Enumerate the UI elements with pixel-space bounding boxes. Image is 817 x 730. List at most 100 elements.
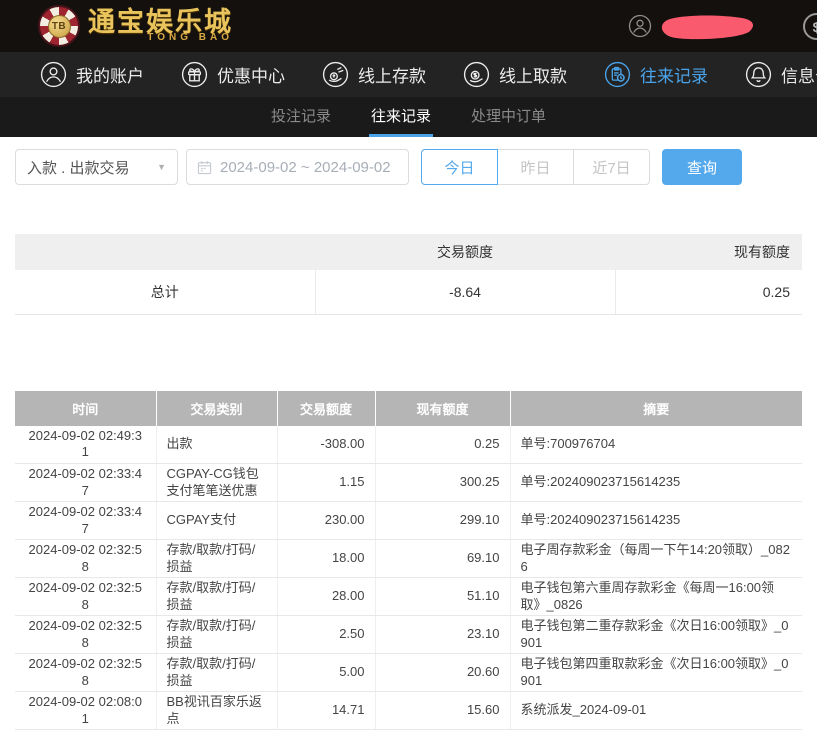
cell-balance: 299.10 (375, 502, 510, 540)
summary-header-amount: 交易额度 (315, 234, 615, 270)
brand-logo[interactable]: TB 通宝娱乐城 TONG BAO (38, 5, 233, 47)
summary-total-label: 总计 (15, 270, 315, 314)
cell-time: 2024-09-02 02:32:58 (15, 540, 156, 578)
cell-amount: 230.00 (277, 502, 375, 540)
deposit-icon (322, 61, 349, 88)
chevron-down-icon: ▼ (157, 162, 166, 172)
nav-label: 线上取款 (499, 62, 567, 87)
cell-time: 2024-09-02 02:32:58 (15, 616, 156, 654)
table-row: 2024-09-02 02:33:47CGPAY支付230.00299.10单号… (15, 502, 802, 540)
summary-header-empty (15, 234, 315, 270)
nav-item-transactions[interactable]: 往来记录 (604, 61, 708, 88)
cell-type: 存款/取款/打码/损益 (156, 616, 277, 654)
table-row: 2024-09-02 02:08:01BB视讯百家乐返点14.7115.60系统… (15, 692, 802, 730)
nav-label: 我的账户 (76, 62, 144, 87)
nav-item-announcements[interactable]: 信息公告 (745, 61, 817, 88)
nav-label: 往来记录 (640, 62, 708, 87)
cell-summary: 电子钱包第六重周存款彩金《每周一16:00领取》_0826 (510, 578, 802, 616)
page-content: 入款 . 出款交易 ▼ 2024-09-02 ~ 2024-09-02 今日 昨… (0, 137, 817, 730)
nav-item-promotions[interactable]: 优惠中心 (181, 61, 285, 88)
cell-balance: 51.10 (375, 578, 510, 616)
transaction-type-select[interactable]: 入款 . 出款交易 ▼ (15, 149, 178, 185)
cell-amount: -308.00 (277, 426, 375, 464)
cell-summary: 单号:700976704 (510, 426, 802, 464)
summary-header-balance: 现有额度 (615, 234, 802, 270)
summary-table: 交易额度 现有额度 总计 -8.64 0.25 (15, 234, 802, 315)
nav-item-my-account[interactable]: 我的账户 (40, 61, 144, 88)
cell-type: 出款 (156, 426, 277, 464)
search-button[interactable]: 查询 (662, 149, 742, 185)
chip-monogram: TB (48, 15, 71, 38)
date-range-value: 2024-09-02 ~ 2024-09-02 (220, 159, 391, 176)
cell-balance: 23.10 (375, 616, 510, 654)
tab-pending-orders[interactable]: 处理中订单 (469, 97, 548, 137)
cell-amount: 1.15 (277, 464, 375, 502)
cell-summary: 单号:202409023715614235 (510, 464, 802, 502)
cell-time: 2024-09-02 02:49:31 (15, 426, 156, 464)
account-icon (40, 61, 67, 88)
cell-time: 2024-09-02 02:33:47 (15, 502, 156, 540)
main-nav: 我的账户 优惠中心 线上存款 线上取款 (0, 52, 817, 97)
cell-summary: 单号:202409023715614235 (510, 502, 802, 540)
cell-type: 存款/取款/打码/损益 (156, 654, 277, 692)
poker-chip-icon: TB (38, 5, 80, 47)
table-row: 2024-09-02 02:32:58存款/取款/打码/损益18.0069.10… (15, 540, 802, 578)
transactions-body: 2024-09-02 02:49:31出款-308.000.25单号:70097… (15, 426, 802, 730)
cell-summary: 电子钱包第二重存款彩金《次日16:00领取》_0901 (510, 616, 802, 654)
sub-nav: 投注记录 往来记录 处理中订单 (0, 97, 817, 137)
brand-text: 通宝娱乐城 TONG BAO (88, 9, 233, 43)
gift-icon (181, 61, 208, 88)
calendar-icon (197, 160, 212, 175)
cell-summary: 电子周存款彩金（每周一下午14:20领取）_0826 (510, 540, 802, 578)
tab-bet-records[interactable]: 投注记录 (269, 97, 333, 137)
tab-transaction-records[interactable]: 往来记录 (369, 97, 433, 137)
cell-amount: 28.00 (277, 578, 375, 616)
bell-icon (745, 61, 772, 88)
col-header-amount: 交易额度 (277, 391, 375, 426)
cell-type: 存款/取款/打码/损益 (156, 578, 277, 616)
col-header-summary: 摘要 (510, 391, 802, 426)
nav-label: 信息公告 (781, 62, 817, 87)
col-header-time: 时间 (15, 391, 156, 426)
cell-amount: 2.50 (277, 616, 375, 654)
col-header-type: 交易类别 (156, 391, 277, 426)
transactions-header-row: 时间 交易类别 交易额度 现有额度 摘要 (15, 391, 802, 426)
transactions-table: 时间 交易类别 交易额度 现有额度 摘要 2024-09-02 02:49:31… (15, 391, 802, 730)
nav-label: 优惠中心 (217, 62, 285, 87)
nav-item-deposit[interactable]: 线上存款 (322, 61, 426, 88)
cell-amount: 14.71 (277, 692, 375, 730)
quick-range-group: 今日 昨日 近7日 (421, 149, 650, 185)
cell-type: BB视讯百家乐返点 (156, 692, 277, 730)
cell-time: 2024-09-02 02:33:47 (15, 464, 156, 502)
cell-time: 2024-09-02 02:32:58 (15, 578, 156, 616)
cell-summary: 系统派发_2024-09-01 (510, 692, 802, 730)
table-row: 2024-09-02 02:49:31出款-308.000.25单号:70097… (15, 426, 802, 464)
cell-time: 2024-09-02 02:32:58 (15, 654, 156, 692)
nav-item-withdraw[interactable]: 线上取款 (463, 61, 567, 88)
date-range-input[interactable]: 2024-09-02 ~ 2024-09-02 (186, 149, 409, 185)
currency-icon[interactable]: $ (803, 13, 817, 40)
cell-balance: 0.25 (375, 426, 510, 464)
range-last7days-button[interactable]: 近7日 (573, 149, 650, 185)
summary-amount-value: -8.64 (315, 270, 615, 314)
top-bar: TB 通宝娱乐城 TONG BAO $ (0, 0, 817, 52)
filter-bar: 入款 . 出款交易 ▼ 2024-09-02 ~ 2024-09-02 今日 昨… (15, 149, 802, 185)
cell-balance: 300.25 (375, 464, 510, 502)
table-row: 2024-09-02 02:32:58存款/取款/打码/损益5.0020.60电… (15, 654, 802, 692)
cell-type: 存款/取款/打码/损益 (156, 540, 277, 578)
cell-type: CGPAY-CG钱包支付笔笔送优惠 (156, 464, 277, 502)
range-yesterday-button[interactable]: 昨日 (497, 149, 574, 185)
table-row: 2024-09-02 02:32:58存款/取款/打码/损益2.5023.10电… (15, 616, 802, 654)
withdraw-icon (463, 61, 490, 88)
username-redaction (654, 14, 757, 41)
user-icon (628, 14, 652, 38)
selected-type: 入款 . 出款交易 (27, 157, 130, 178)
cell-summary: 电子钱包第四重取款彩金《次日16:00领取》_0901 (510, 654, 802, 692)
range-today-button[interactable]: 今日 (421, 149, 498, 185)
summary-header-row: 交易额度 现有额度 (15, 234, 802, 270)
cell-amount: 18.00 (277, 540, 375, 578)
clipboard-clock-icon (604, 61, 631, 88)
cell-balance: 15.60 (375, 692, 510, 730)
col-header-balance: 现有额度 (375, 391, 510, 426)
account-area (628, 12, 757, 41)
